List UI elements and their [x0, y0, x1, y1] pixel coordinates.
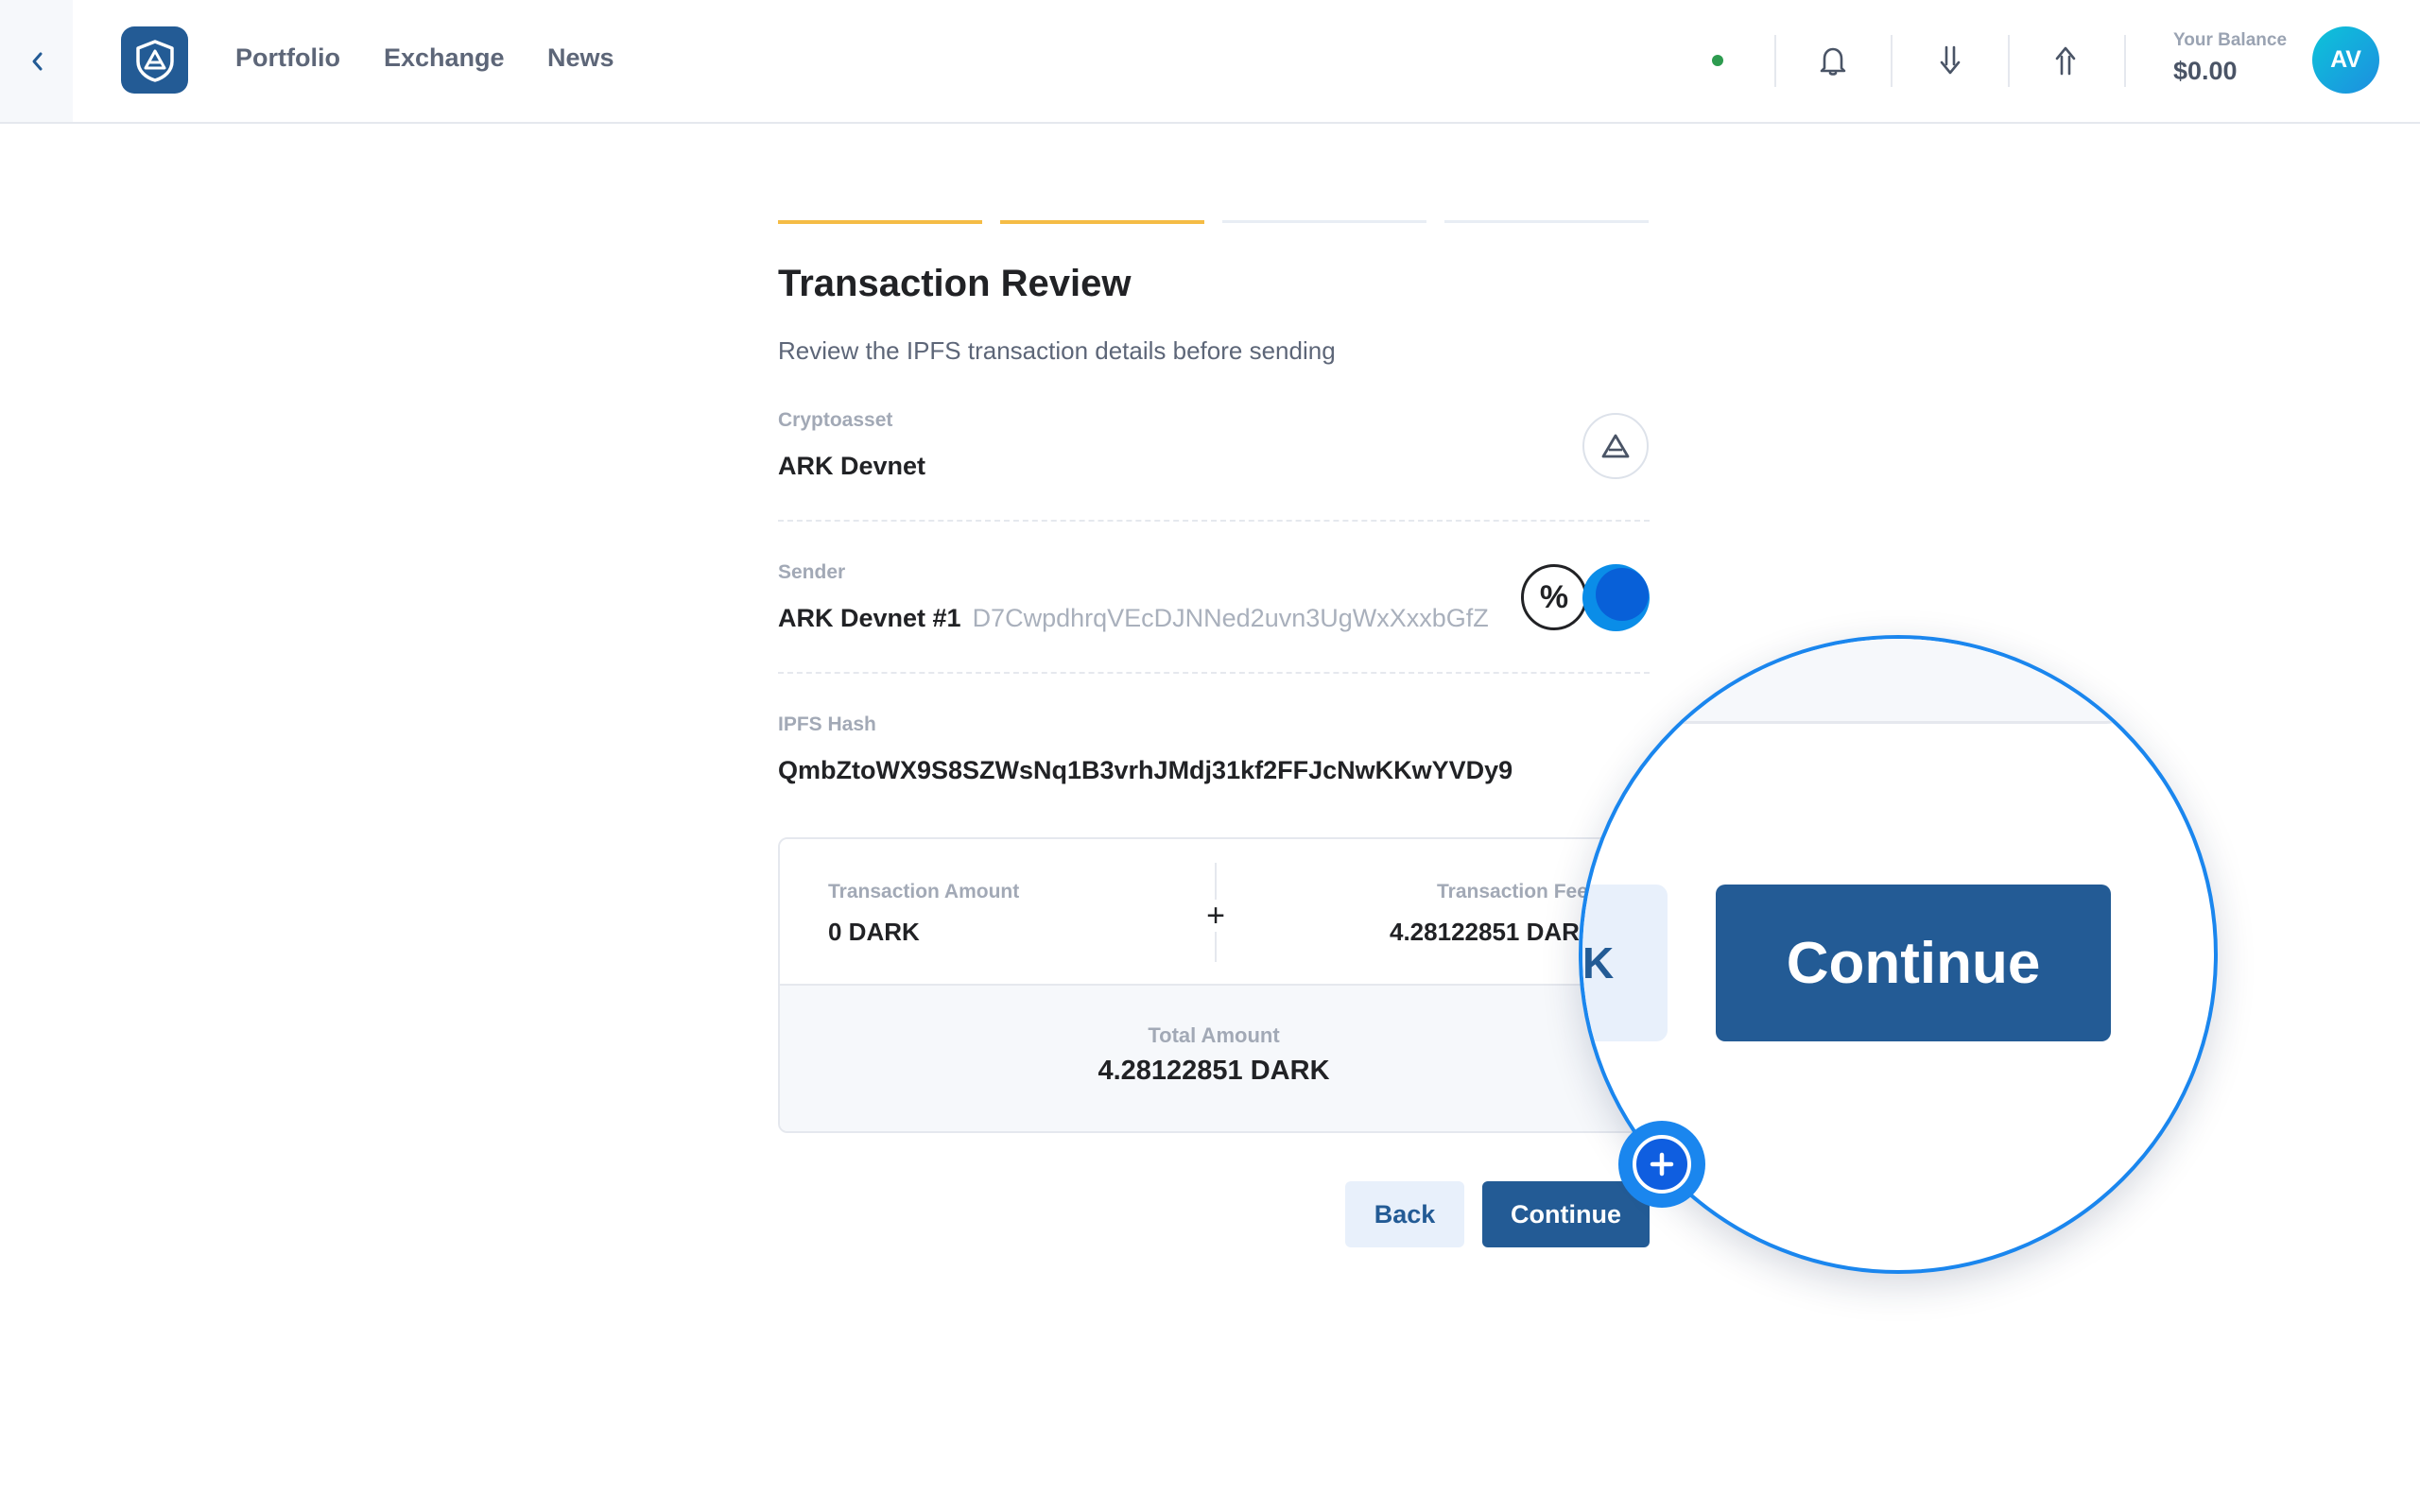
bell-icon [1820, 47, 1846, 76]
sender-value: ARK Devnet #1 D7CwpdhrqVEcDJNNed2uvn3UgWx… [778, 604, 1489, 633]
transaction-fee-value: 4.28122851 DARK [1390, 918, 1598, 946]
step-4-indicator [1444, 220, 1649, 223]
cryptoasset-label: Cryptoasset [778, 409, 893, 431]
continue-button[interactable]: Continue [1482, 1181, 1650, 1247]
header-divider [1891, 35, 1893, 87]
summary-amounts: Transaction Amount 0 DARK + Transaction … [780, 839, 1648, 986]
sender-avatar [1582, 564, 1650, 631]
sender-name: ARK Devnet #1 [778, 604, 961, 632]
magnified-back-button: K [1582, 885, 1668, 1041]
ark-network-badge [1582, 413, 1649, 479]
magnified-continue-button: Continue [1716, 885, 2111, 1041]
chevron-left-icon [32, 52, 42, 70]
plus-icon: + [1200, 898, 1232, 934]
magnified-summary-box [1601, 639, 2131, 724]
send-icon [2055, 46, 2076, 76]
ark-logo[interactable] [121, 26, 188, 94]
notifications-button[interactable] [1811, 39, 1855, 82]
transaction-fee-label: Transaction Fee [1437, 881, 1588, 902]
transaction-summary: Transaction Amount 0 DARK + Transaction … [778, 837, 1650, 1133]
network-status-dot [1712, 55, 1723, 66]
header-divider [2008, 35, 2010, 87]
total-amount-value: 4.28122851 DARK [1098, 1056, 1330, 1086]
ark-network-icon [1601, 434, 1630, 458]
sender-label: Sender [778, 561, 846, 583]
user-avatar[interactable]: AV [2312, 26, 2379, 94]
total-amount-label: Total Amount [1148, 1023, 1280, 1047]
cryptoasset-value: ARK Devnet [778, 452, 926, 480]
ark-logo-icon [135, 39, 174, 82]
transaction-amount-value: 0 DARK [828, 918, 920, 946]
receive-icon [1940, 45, 1961, 75]
back-button[interactable]: Back [1345, 1181, 1464, 1247]
ipfs-hash-value: QmbZtoWX9S8SZWsNq1B3vrhJMdj31kf2FFJcNwKK… [778, 756, 1513, 784]
nav-news[interactable]: News [547, 43, 614, 73]
send-button[interactable] [2044, 39, 2087, 82]
step-2-indicator [1000, 220, 1204, 224]
top-navbar: Portfolio Exchange News Your Balance $0.… [0, 0, 2420, 124]
step-1-indicator [778, 220, 982, 224]
header-divider [1774, 35, 1776, 87]
field-divider [778, 520, 1650, 522]
field-divider [778, 672, 1650, 674]
zoom-plus-icon [1650, 1152, 1674, 1177]
ipfs-hash-label: IPFS Hash [778, 713, 876, 735]
back-button[interactable] [0, 0, 73, 122]
nav-portfolio[interactable]: Portfolio [235, 43, 340, 73]
header-divider [2124, 35, 2126, 87]
step-3-indicator [1222, 220, 1426, 223]
summary-total: Total Amount 4.28122851 DARK [780, 986, 1648, 1131]
page-subtitle: Review the IPFS transaction details befo… [778, 336, 1336, 365]
transaction-amount-label: Transaction Amount [828, 881, 1020, 902]
page-title: Transaction Review [778, 263, 1132, 304]
zoom-in-badge [1618, 1121, 1705, 1208]
sender-address: D7CwpdhrqVEcDJNNed2uvn3UgWxXxxbGfZ [972, 604, 1489, 632]
balance-label: Your Balance [2173, 30, 2288, 50]
percent-icon: % [1521, 564, 1587, 630]
receive-button[interactable] [1928, 39, 1972, 82]
balance-value: $0.00 [2173, 57, 2238, 85]
nav-exchange[interactable]: Exchange [384, 43, 505, 73]
